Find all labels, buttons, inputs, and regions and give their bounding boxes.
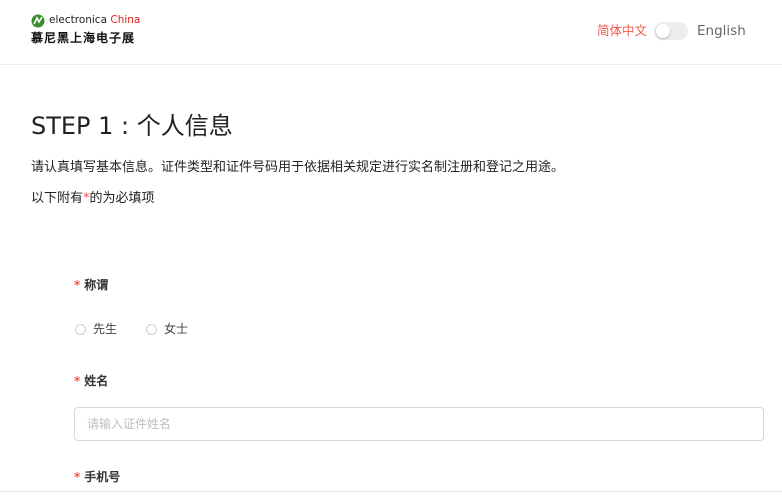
electronica-china-logo[interactable]: electronica China 慕尼黑上海电子展 [31,12,151,48]
required-note-prefix: 以下附有 [31,191,84,206]
radio-mr-label: 先生 [93,322,118,336]
language-english-label[interactable]: English [697,21,746,41]
language-chinese-label[interactable]: 简体中文 [597,22,647,40]
radio-ms-label: 女士 [164,322,189,336]
radio-circle-icon[interactable] [146,323,157,335]
phone-label: * 手机号 [74,468,120,486]
name-label: * 姓名 [74,372,108,390]
header: electronica China 慕尼黑上海电子展 简体中文 English [0,0,782,65]
radio-mr[interactable]: 先生 [75,320,117,338]
logo-brand-china: China [110,14,141,26]
required-star: * [74,470,81,484]
radio-circle-icon[interactable] [75,323,86,335]
required-fields-note: 以下附有*的为必填项 [31,189,155,209]
name-label-text: 姓名 [84,374,109,388]
phone-label-text: 手机号 [84,470,121,484]
salutation-label-text: 称谓 [84,278,109,292]
required-star: * [74,278,81,292]
salutation-label: * 称谓 [74,276,108,294]
page-description: 请认真填写基本信息。证件类型和证件号码用于依据相关规定进行实名制注册和登记之用途… [31,160,565,175]
required-note-suffix: 的为必填项 [89,191,155,206]
divider [0,491,782,492]
name-input[interactable] [74,407,764,441]
language-toggle[interactable] [654,22,688,40]
logo-brand-electronica: electronica [49,14,108,26]
logo-subtitle: 慕尼黑上海电子展 [31,31,136,45]
radio-ms[interactable]: 女士 [146,320,188,338]
required-star: * [74,374,81,388]
electronica-logo-icon [31,14,45,28]
language-toggle-knob [656,24,670,38]
page-title: STEP 1 : 个人信息 [31,112,233,140]
logo-wordmark: electronica China [49,12,140,28]
